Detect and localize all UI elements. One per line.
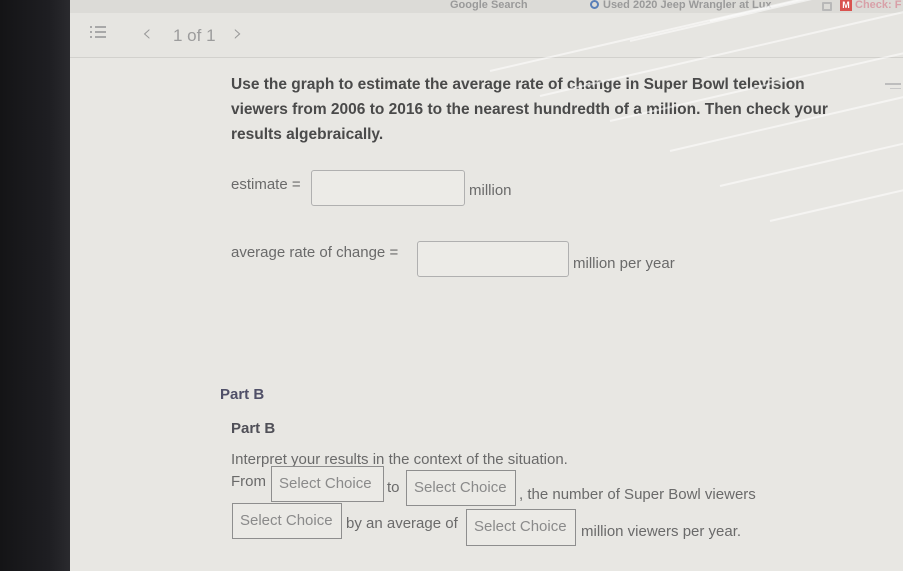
- scroll-indicator-line: [890, 88, 901, 89]
- from-label: From: [231, 473, 266, 490]
- site-icon: [590, 0, 599, 9]
- chevron-right-icon[interactable]: ›: [233, 19, 243, 47]
- question-toolbar: ‹ 1 of 1 ›: [70, 13, 903, 58]
- screen: Google Search Used 2020 Jeep Wrangler at…: [70, 0, 903, 571]
- part-b-heading: Part B: [220, 386, 265, 403]
- estimate-input[interactable]: [311, 170, 465, 206]
- estimate-unit: million: [469, 182, 512, 199]
- bookmark-check[interactable]: M Check: F: [840, 0, 901, 11]
- to-label: to: [387, 479, 400, 496]
- bookmarks-bar: Google Search Used 2020 Jeep Wrangler at…: [70, 0, 903, 13]
- bookmark-google-search[interactable]: Google Search: [450, 0, 528, 11]
- bookmark-label: Used 2020 Jeep Wrangler at Lux: [603, 0, 772, 11]
- estimate-label: estimate =: [231, 176, 301, 193]
- mcgraw-hill-icon: M: [840, 0, 852, 11]
- by-average-text: by an average of: [346, 515, 458, 532]
- viewers-text: , the number of Super Bowl viewers: [519, 486, 756, 503]
- bookmark-label: Check: F: [855, 0, 902, 11]
- bookmark-jeep-wrangler[interactable]: Used 2020 Jeep Wrangler at Lux: [590, 0, 772, 11]
- direction-select[interactable]: Select Choice: [232, 503, 342, 539]
- chevron-left-icon[interactable]: ‹: [142, 19, 152, 47]
- rate-unit: million per year: [573, 255, 675, 272]
- scroll-indicator: [885, 83, 901, 85]
- video-icon[interactable]: [822, 2, 832, 11]
- from-year-select[interactable]: Select Choice: [271, 466, 384, 502]
- rate-input[interactable]: [417, 241, 569, 277]
- list-icon[interactable]: [90, 25, 106, 39]
- part-b-subheading: Part B: [231, 420, 276, 437]
- to-year-select[interactable]: Select Choice: [406, 470, 516, 506]
- rate-label: average rate of change =: [231, 244, 399, 261]
- monitor-bezel: [0, 0, 70, 571]
- page-indicator: 1 of 1: [173, 26, 216, 45]
- question-prompt: Use the graph to estimate the average ra…: [231, 76, 828, 143]
- per-year-text: million viewers per year.: [581, 523, 742, 540]
- amount-select[interactable]: Select Choice: [466, 509, 576, 546]
